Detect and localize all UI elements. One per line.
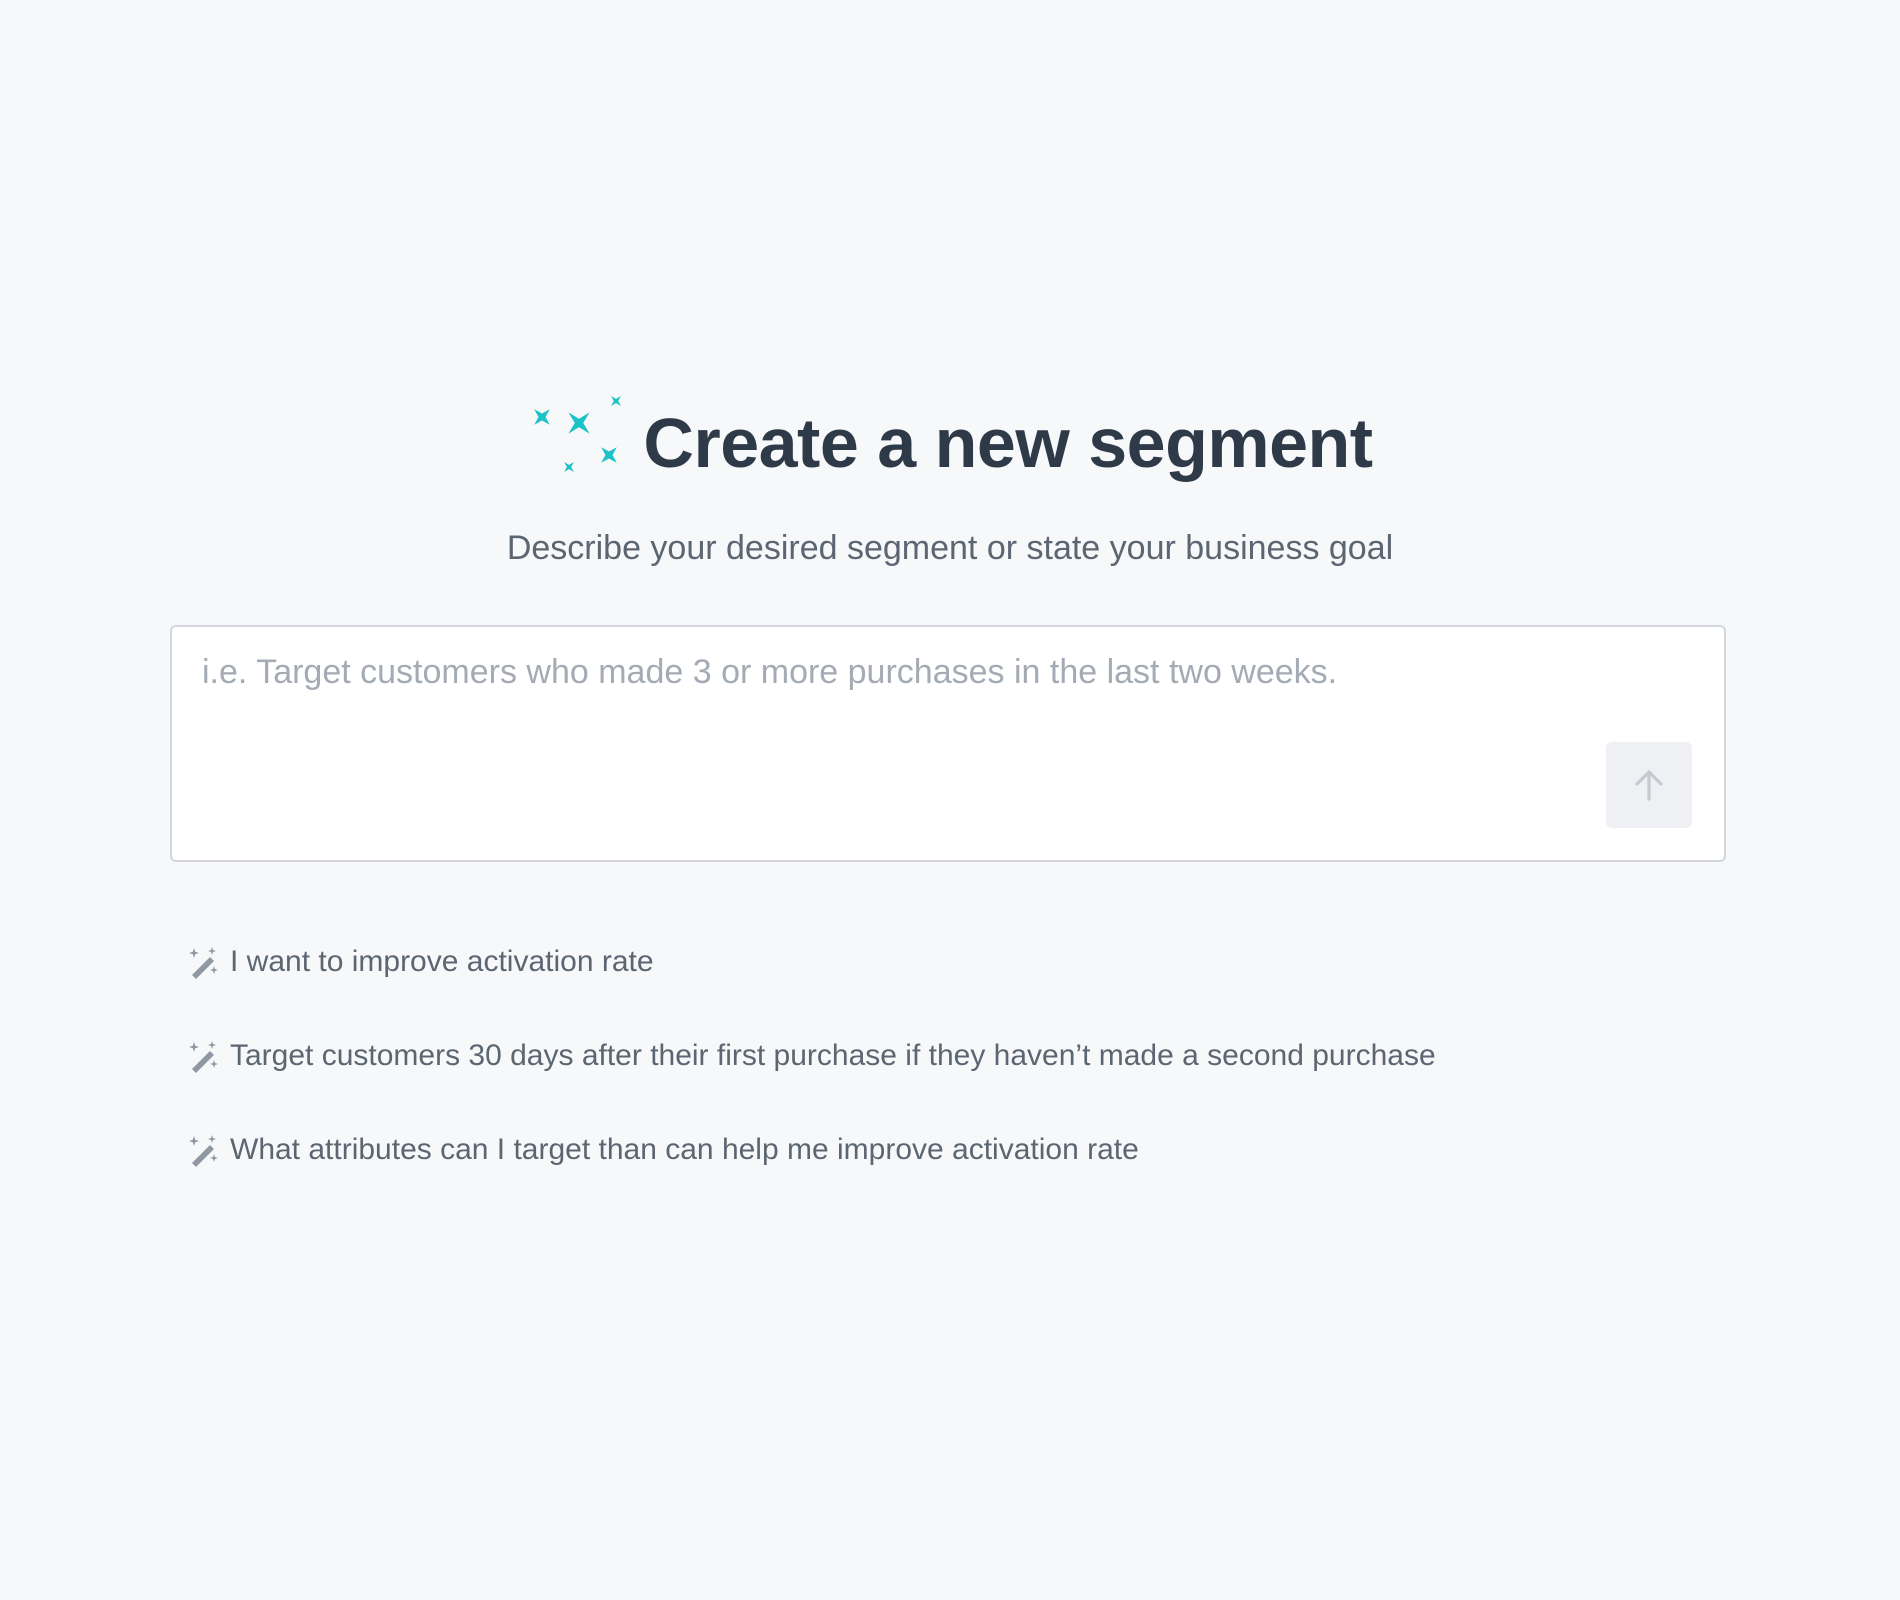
suggestion-label: I want to improve activation rate: [230, 945, 654, 978]
suggestion-label: What attributes can I target than can he…: [230, 1133, 1139, 1166]
suggestion-item[interactable]: I want to improve activation rate: [186, 938, 1686, 986]
page-header: Create a new segment: [0, 396, 1900, 488]
suggestion-item[interactable]: What attributes can I target than can he…: [186, 1126, 1686, 1174]
magic-wand-icon: [189, 1135, 218, 1167]
magic-wand-icon: [189, 947, 218, 979]
suggestion-list: I want to improve activation rate Target…: [186, 938, 1686, 1220]
segment-prompt-input[interactable]: [202, 653, 1642, 713]
sparkles-icon: [534, 396, 622, 472]
magic-wand-icon: [189, 1041, 218, 1073]
suggestion-label: Target customers 30 days after their fir…: [230, 1039, 1436, 1072]
prompt-box: [170, 625, 1726, 862]
suggestion-item[interactable]: Target customers 30 days after their fir…: [186, 1032, 1686, 1080]
segment-creator-page: Create a new segment Describe your desir…: [0, 0, 1900, 1600]
page-title: Create a new segment: [643, 404, 1373, 482]
submit-button[interactable]: [1606, 742, 1692, 828]
page-subtitle: Describe your desired segment or state y…: [506, 529, 1394, 567]
arrow-up-icon: [1635, 770, 1663, 801]
